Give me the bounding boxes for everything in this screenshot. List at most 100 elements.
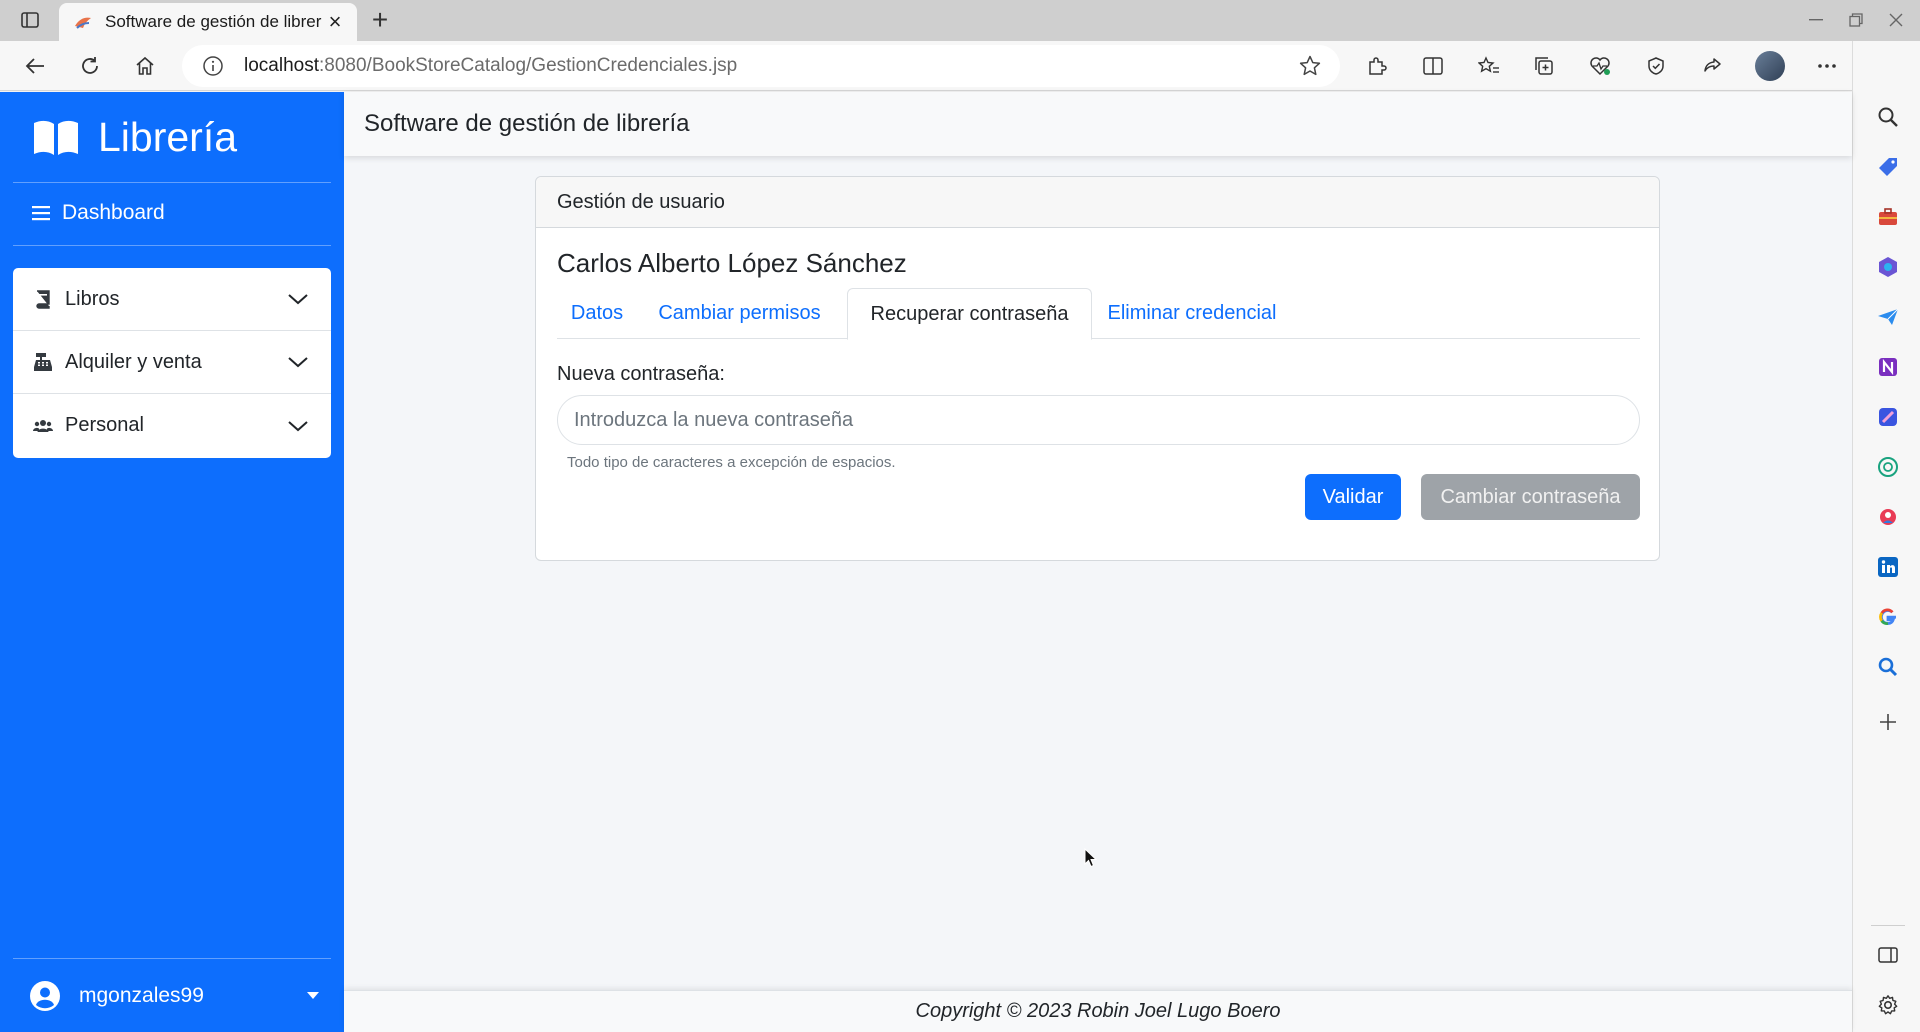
browser-tab-bar: Software de gestión de librer × + bbox=[0, 0, 1920, 41]
settings-more-button[interactable] bbox=[1810, 50, 1844, 82]
card-header: Gestión de usuario bbox=[536, 177, 1659, 228]
sidebar-item-label: Dashboard bbox=[62, 201, 165, 224]
cash-register-icon bbox=[34, 353, 52, 371]
profile-avatar bbox=[1755, 51, 1785, 81]
share-button[interactable] bbox=[1695, 50, 1729, 82]
sidebar-item-alquiler-venta[interactable]: Alquiler y venta bbox=[13, 331, 331, 394]
url-text: localhost:8080/BookStoreCatalog/GestionC… bbox=[244, 55, 737, 77]
brand[interactable]: Librería bbox=[0, 92, 344, 182]
mouse-cursor-icon bbox=[1084, 848, 1098, 868]
more-horizontal-icon bbox=[1818, 64, 1836, 68]
username: mgonzales99 bbox=[79, 983, 204, 1007]
user-avatar-icon bbox=[30, 980, 60, 1011]
home-icon bbox=[136, 56, 154, 75]
chevron-down-icon bbox=[288, 357, 308, 368]
browser-essentials-button[interactable] bbox=[1583, 50, 1617, 82]
change-password-button[interactable]: Cambiar contraseña bbox=[1421, 474, 1640, 520]
sidebar-item-dashboard[interactable]: Dashboard bbox=[32, 198, 165, 228]
new-tab-button[interactable]: + bbox=[366, 6, 394, 34]
google-icon[interactable] bbox=[1877, 606, 1899, 628]
sidebar-item-label: Libros bbox=[65, 287, 120, 310]
tab-title: Software de gestión de librer bbox=[105, 12, 322, 31]
share-icon bbox=[1704, 58, 1721, 72]
restore-icon bbox=[1849, 13, 1863, 27]
hamburger-icon bbox=[32, 206, 50, 221]
page-title: Software de gestión de librería bbox=[364, 110, 690, 137]
sidebar-item-label: Alquiler y venta bbox=[65, 350, 202, 373]
close-window-button[interactable] bbox=[1876, 6, 1916, 34]
arrow-left-icon bbox=[25, 58, 44, 74]
browser-tab-active[interactable]: Software de gestión de librer × bbox=[59, 3, 357, 41]
extensions-button[interactable] bbox=[1360, 50, 1394, 82]
password-hint: Todo tipo de caracteres a excepción de e… bbox=[567, 454, 896, 471]
onenote-icon[interactable] bbox=[1877, 356, 1899, 378]
top-navbar: Software de gestión de librería bbox=[344, 92, 1852, 156]
user-menu[interactable]: mgonzales99 bbox=[13, 958, 331, 1032]
bing-search-icon[interactable] bbox=[1877, 656, 1899, 678]
sidebar-divider bbox=[13, 182, 331, 183]
chatgpt-icon[interactable] bbox=[1877, 456, 1899, 478]
designer-icon[interactable] bbox=[1877, 406, 1899, 428]
tab-favicon-icon bbox=[75, 17, 91, 29]
tab-actions-button[interactable] bbox=[14, 8, 46, 32]
favorite-star-icon[interactable] bbox=[1298, 54, 1322, 78]
sidebar-item-libros[interactable]: Libros bbox=[13, 268, 331, 331]
home-button[interactable] bbox=[128, 50, 162, 82]
sidebar-divider bbox=[13, 245, 331, 246]
user-full-name: Carlos Alberto López Sánchez bbox=[557, 248, 907, 278]
performance-button[interactable] bbox=[1639, 50, 1673, 82]
collections-icon bbox=[1535, 57, 1553, 75]
edge-sidebar-divider bbox=[1871, 925, 1905, 926]
puzzle-icon bbox=[1369, 57, 1387, 75]
copyright-text: Copyright © 2023 Robin Joel Lugo Boero bbox=[915, 1000, 1281, 1022]
new-password-input[interactable] bbox=[557, 395, 1640, 445]
shopping-tag-icon[interactable] bbox=[1877, 156, 1899, 178]
footer: Copyright © 2023 Robin Joel Lugo Boero bbox=[344, 990, 1852, 1032]
sidebar-item-label: Personal bbox=[65, 414, 144, 436]
split-screen-button[interactable] bbox=[1416, 50, 1450, 82]
profile-button[interactable] bbox=[1753, 50, 1787, 82]
brand-title: Librería bbox=[98, 113, 238, 160]
app-container: Librería Dashboard Libros Alquiler y ven… bbox=[0, 92, 1852, 1032]
add-icon[interactable] bbox=[1877, 711, 1899, 733]
info-icon[interactable] bbox=[202, 55, 224, 77]
microsoft-365-icon[interactable] bbox=[1877, 256, 1899, 278]
users-icon bbox=[33, 419, 53, 432]
search-icon[interactable] bbox=[1877, 106, 1899, 128]
restore-button[interactable] bbox=[1836, 6, 1876, 34]
new-password-label: Nueva contraseña: bbox=[557, 363, 725, 385]
sidebar-item-personal[interactable]: Personal bbox=[13, 394, 331, 457]
app-sidebar: Librería Dashboard Libros Alquiler y ven… bbox=[0, 92, 344, 1032]
close-icon bbox=[1889, 13, 1903, 27]
open-book-icon bbox=[34, 120, 78, 155]
caret-down-icon bbox=[307, 991, 319, 999]
reload-button[interactable] bbox=[73, 50, 107, 82]
sidebar-layout-icon[interactable] bbox=[1877, 944, 1899, 966]
tab-datos[interactable]: Datos bbox=[557, 288, 637, 339]
tab-recuperar-contrasena[interactable]: Recuperar contraseña bbox=[847, 288, 1092, 340]
book-icon bbox=[36, 290, 50, 309]
tab-eliminar-credencial[interactable]: Eliminar credencial bbox=[1092, 288, 1292, 339]
games-icon[interactable] bbox=[1877, 506, 1899, 528]
favorites-list-icon bbox=[1478, 56, 1499, 73]
user-tabs: Datos Cambiar permisos Recuperar contras… bbox=[557, 288, 1640, 340]
gear-icon[interactable] bbox=[1877, 994, 1899, 1016]
back-button[interactable] bbox=[18, 50, 52, 82]
reload-icon bbox=[82, 57, 98, 74]
tab-actions-icon bbox=[21, 12, 39, 28]
tab-cambiar-permisos[interactable]: Cambiar permisos bbox=[637, 288, 842, 339]
validate-button[interactable]: Validar bbox=[1305, 474, 1401, 520]
collections-button[interactable] bbox=[1527, 50, 1561, 82]
tab-close-icon[interactable]: × bbox=[325, 9, 345, 34]
send-icon[interactable] bbox=[1877, 306, 1899, 328]
heartbeat-icon bbox=[1590, 57, 1610, 76]
address-bar[interactable]: localhost:8080/BookStoreCatalog/GestionC… bbox=[182, 45, 1340, 87]
minimize-icon bbox=[1809, 19, 1823, 21]
favorites-button[interactable] bbox=[1472, 50, 1506, 82]
minimize-button[interactable] bbox=[1796, 6, 1836, 34]
url-path: :8080/BookStoreCatalog/GestionCredencial… bbox=[319, 55, 738, 76]
tools-briefcase-icon[interactable] bbox=[1877, 206, 1899, 228]
edge-sidebar bbox=[1852, 41, 1920, 1032]
linkedin-icon[interactable] bbox=[1877, 556, 1899, 578]
browser-toolbar: localhost:8080/BookStoreCatalog/GestionC… bbox=[0, 41, 1920, 91]
